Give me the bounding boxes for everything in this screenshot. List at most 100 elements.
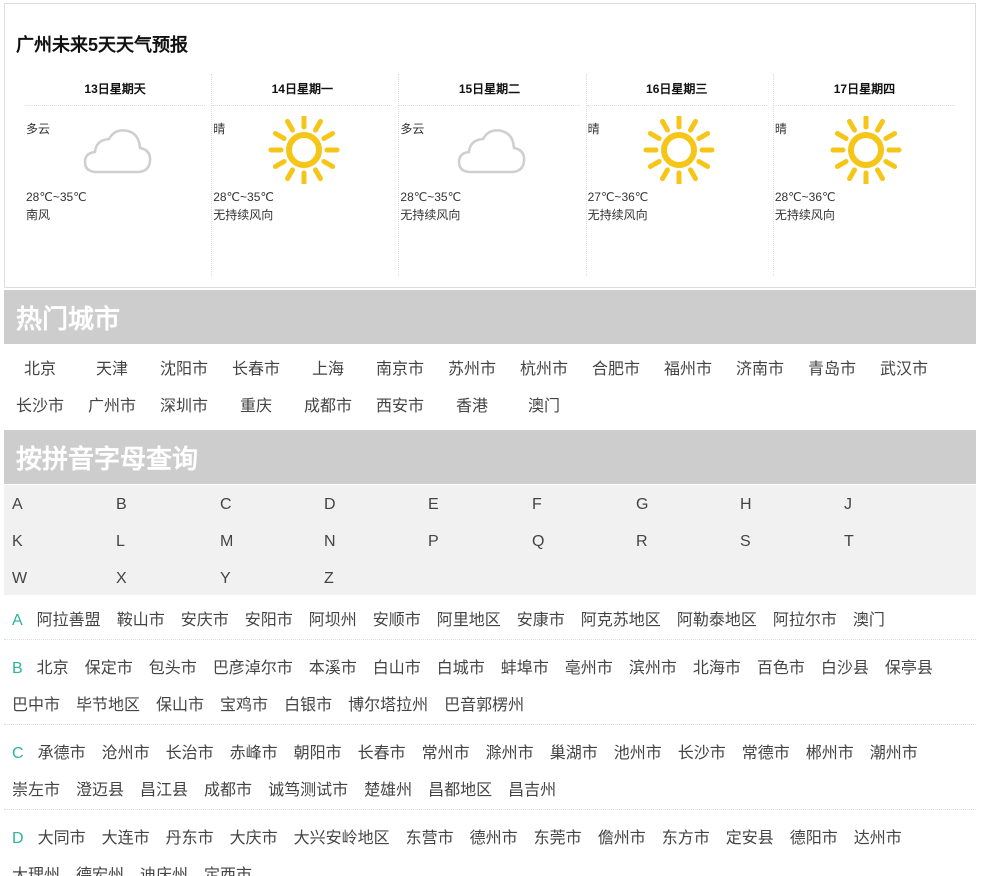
letter-link[interactable]: R: [628, 523, 732, 560]
letter-link[interactable]: Y: [212, 560, 316, 597]
letter-link[interactable]: F: [524, 486, 628, 523]
city-link[interactable]: 朝阳市: [294, 745, 342, 762]
city-link[interactable]: 郴州市: [806, 745, 854, 762]
hot-city-link[interactable]: 长春市: [220, 351, 292, 388]
hot-city-link[interactable]: 青岛市: [796, 351, 868, 388]
letter-link[interactable]: K: [4, 523, 108, 560]
letter-link[interactable]: A: [4, 486, 108, 523]
letter-link[interactable]: T: [836, 523, 940, 560]
city-link[interactable]: 白山市: [373, 660, 421, 677]
city-link[interactable]: 沧州市: [102, 745, 150, 762]
city-link[interactable]: 大理州: [12, 867, 60, 876]
letter-link[interactable]: Q: [524, 523, 628, 560]
city-link[interactable]: 崇左市: [12, 782, 60, 799]
city-link[interactable]: 阿勒泰地区: [677, 612, 757, 629]
city-link[interactable]: 北京: [37, 660, 69, 677]
hot-city-link[interactable]: 杭州市: [508, 351, 580, 388]
city-link[interactable]: 白城市: [437, 660, 485, 677]
hot-city-link[interactable]: 南京市: [364, 351, 436, 388]
city-link[interactable]: 昌都地区: [428, 782, 492, 799]
letter-link[interactable]: C: [212, 486, 316, 523]
hot-city-link[interactable]: 沈阳市: [148, 351, 220, 388]
hot-city-link[interactable]: 济南市: [724, 351, 796, 388]
hot-city-link[interactable]: 天津: [76, 351, 148, 388]
hot-city-link[interactable]: 长沙市: [4, 388, 76, 425]
city-link[interactable]: 包头市: [149, 660, 197, 677]
letter-link[interactable]: J: [836, 486, 940, 523]
hot-city-link[interactable]: 武汉市: [868, 351, 940, 388]
city-link[interactable]: 池州市: [614, 745, 662, 762]
city-link[interactable]: 成都市: [204, 782, 252, 799]
city-link[interactable]: 赤峰市: [230, 745, 278, 762]
hot-city-link[interactable]: 福州市: [652, 351, 724, 388]
city-link[interactable]: 安康市: [517, 612, 565, 629]
city-link[interactable]: 安庆市: [181, 612, 229, 629]
hot-city-link[interactable]: 合肥市: [580, 351, 652, 388]
letter-link[interactable]: P: [420, 523, 524, 560]
hot-city-link[interactable]: 苏州市: [436, 351, 508, 388]
city-link[interactable]: 儋州市: [598, 830, 646, 847]
letter-link[interactable]: B: [108, 486, 212, 523]
city-link[interactable]: 昌吉州: [508, 782, 556, 799]
city-link[interactable]: 本溪市: [309, 660, 357, 677]
city-link[interactable]: 诚笃测试市: [268, 782, 348, 799]
city-link[interactable]: 保山市: [156, 697, 204, 714]
hot-city-link[interactable]: 上海: [292, 351, 364, 388]
city-link[interactable]: 大连市: [102, 830, 150, 847]
city-link[interactable]: 阿克苏地区: [581, 612, 661, 629]
city-link[interactable]: 安阳市: [245, 612, 293, 629]
hot-city-link[interactable]: 深圳市: [148, 388, 220, 425]
city-link[interactable]: 定安县: [726, 830, 774, 847]
city-link[interactable]: 东莞市: [534, 830, 582, 847]
city-link[interactable]: 常州市: [422, 745, 470, 762]
city-link[interactable]: 保亭县: [885, 660, 933, 677]
city-link[interactable]: 阿坝州: [309, 612, 357, 629]
letter-link[interactable]: G: [628, 486, 732, 523]
city-link[interactable]: 安顺市: [373, 612, 421, 629]
city-link[interactable]: 保定市: [85, 660, 133, 677]
city-link[interactable]: 长沙市: [678, 745, 726, 762]
city-link[interactable]: 白沙县: [821, 660, 869, 677]
hot-city-link[interactable]: 广州市: [76, 388, 148, 425]
hot-city-link[interactable]: 香港: [436, 388, 508, 425]
letter-link[interactable]: M: [212, 523, 316, 560]
letter-link[interactable]: N: [316, 523, 420, 560]
city-link[interactable]: 长治市: [166, 745, 214, 762]
city-link[interactable]: 昌江县: [140, 782, 188, 799]
letter-link[interactable]: W: [4, 560, 108, 597]
city-link[interactable]: 迪庆州: [140, 867, 188, 876]
city-link[interactable]: 阿拉尔市: [773, 612, 837, 629]
city-link[interactable]: 德宏州: [76, 867, 124, 876]
city-link[interactable]: 丹东市: [166, 830, 214, 847]
city-link[interactable]: 蚌埠市: [501, 660, 549, 677]
city-link[interactable]: 宝鸡市: [220, 697, 268, 714]
city-link[interactable]: 鞍山市: [117, 612, 165, 629]
city-link[interactable]: 阿拉善盟: [37, 612, 101, 629]
city-link[interactable]: 亳州市: [565, 660, 613, 677]
city-link[interactable]: 东方市: [662, 830, 710, 847]
city-link[interactable]: 百色市: [757, 660, 805, 677]
city-link[interactable]: 定西市: [204, 867, 252, 876]
city-link[interactable]: 长春市: [358, 745, 406, 762]
city-link[interactable]: 白银市: [284, 697, 332, 714]
city-link[interactable]: 毕节地区: [76, 697, 140, 714]
city-link[interactable]: 巴彦淖尔市: [213, 660, 293, 677]
city-link[interactable]: 澄迈县: [76, 782, 124, 799]
city-link[interactable]: 德阳市: [790, 830, 838, 847]
letter-link[interactable]: S: [732, 523, 836, 560]
city-link[interactable]: 楚雄州: [364, 782, 412, 799]
hot-city-link[interactable]: 澳门: [508, 388, 580, 425]
letter-link[interactable]: X: [108, 560, 212, 597]
city-link[interactable]: 北海市: [693, 660, 741, 677]
hot-city-link[interactable]: 北京: [4, 351, 76, 388]
letter-link[interactable]: L: [108, 523, 212, 560]
city-link[interactable]: 阿里地区: [437, 612, 501, 629]
city-link[interactable]: 德州市: [470, 830, 518, 847]
city-link[interactable]: 澳门: [853, 612, 885, 629]
city-link[interactable]: 大兴安岭地区: [294, 830, 390, 847]
city-link[interactable]: 潮州市: [870, 745, 918, 762]
city-link[interactable]: 巴中市: [12, 697, 60, 714]
city-link[interactable]: 东营市: [406, 830, 454, 847]
city-link[interactable]: 巴音郭楞州: [444, 697, 524, 714]
letter-link[interactable]: E: [420, 486, 524, 523]
